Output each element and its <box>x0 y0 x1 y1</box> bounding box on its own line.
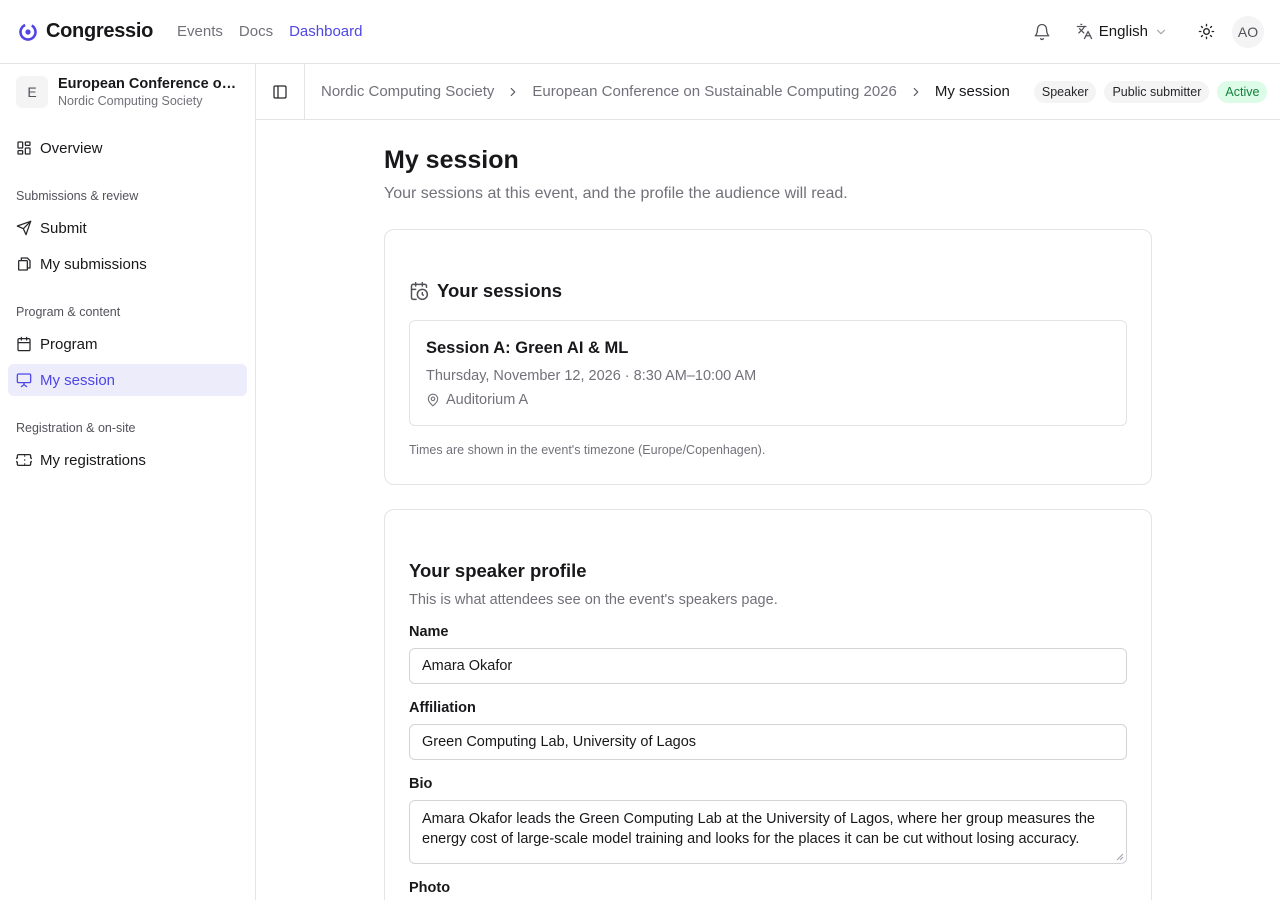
context-bar: Nordic Computing Society European Confer… <box>256 63 1280 120</box>
header-actions: English AO <box>1026 15 1264 48</box>
profile-subtitle: This is what attendees see on the event'… <box>409 592 778 608</box>
breadcrumb-event[interactable]: European Conference on Sustainable Compu… <box>532 83 896 100</box>
sessions-card: Your sessions Session A: Green AI & ML T… <box>384 229 1152 485</box>
affiliation-label: Affiliation <box>409 700 476 716</box>
sidebar-item-label: Overview <box>40 139 103 157</box>
bell-icon <box>1034 23 1050 40</box>
user-avatar[interactable]: AO <box>1232 15 1264 48</box>
public-submitter-badge: Public submitter <box>1104 80 1210 103</box>
calendar-icon <box>17 336 31 352</box>
page-title: My session <box>384 146 519 174</box>
session-room: Auditorium A <box>446 392 529 408</box>
chevron-down-icon <box>1156 29 1166 34</box>
chevron-right-icon <box>506 85 520 99</box>
sidebar-item-my-registrations[interactable]: My registrations <box>8 444 247 476</box>
sidebar-item-submit[interactable]: Submit <box>8 212 247 244</box>
event-name: European Conference on Sustainable Compu… <box>58 76 238 92</box>
language-selector[interactable]: English <box>1076 23 1168 40</box>
calendar-clock-icon <box>410 281 429 301</box>
sidebar-group-registration: Registration & on-site <box>16 421 136 435</box>
presentation-icon <box>16 373 32 388</box>
sidebar-item-label: Program <box>40 335 98 353</box>
sidebar-group-program: Program & content <box>16 305 121 319</box>
session-item[interactable]: Session A: Green AI & ML Thursday, Novem… <box>409 320 1127 426</box>
speaker-profile-card: Your speaker profile This is what attend… <box>384 509 1152 900</box>
notifications-button[interactable] <box>1026 16 1058 48</box>
sidebar-item-my-submissions[interactable]: My submissions <box>8 248 247 280</box>
nav-dashboard-link[interactable]: Dashboard <box>289 23 362 40</box>
affiliation-field[interactable]: Green Computing Lab, University of Lagos <box>409 724 1127 760</box>
sidebar-item-label: Submit <box>40 219 87 237</box>
breadcrumb-org[interactable]: Nordic Computing Society <box>321 83 494 100</box>
send-icon <box>16 220 32 236</box>
sun-icon <box>1198 23 1214 40</box>
brand-name: Congressio <box>46 20 154 42</box>
files-icon <box>18 257 31 271</box>
profile-title: Your speaker profile <box>409 560 587 581</box>
ticket-icon <box>16 454 32 466</box>
theme-toggle-button[interactable] <box>1190 16 1222 48</box>
translate-icon <box>1076 23 1093 40</box>
sidebar-item-my-session[interactable]: My session <box>8 364 247 396</box>
sidebar-item-label: My submissions <box>40 255 147 273</box>
panel-left-icon <box>273 84 287 99</box>
session-location: Auditorium A <box>426 392 1110 408</box>
language-label: English <box>1098 23 1148 40</box>
name-label: Name <box>409 624 449 640</box>
sidebar-item-label: My registrations <box>40 451 146 469</box>
top-bar: Congressio Events Docs Dashboard English… <box>0 0 1280 64</box>
speaker-badge: Speaker <box>1033 80 1097 103</box>
status-badge: Active <box>1217 80 1268 103</box>
event-switcher[interactable]: E European Conference on Sustainable Com… <box>8 64 247 120</box>
bio-label: Bio <box>409 776 433 792</box>
nav-docs-link[interactable]: Docs <box>239 23 273 40</box>
dashboard-icon <box>17 141 31 155</box>
sessions-title: Your sessions <box>437 280 563 301</box>
photo-label: Photo <box>409 880 451 896</box>
bio-field[interactable]: Amara Okafor leads the Green Computing L… <box>409 800 1127 864</box>
sidebar-item-overview[interactable]: Overview <box>8 132 247 164</box>
sidebar-group-submissions: Submissions & review <box>16 189 139 203</box>
event-org: Nordic Computing Society <box>58 94 203 108</box>
name-field[interactable]: Amara Okafor <box>409 648 1127 684</box>
session-title: Session A: Green AI & ML <box>426 339 629 357</box>
event-avatar: E <box>16 76 48 108</box>
top-nav: Events Docs Dashboard <box>177 23 362 40</box>
main-content: My session Your sessions at this event, … <box>384 120 1152 900</box>
page-subtitle: Your sessions at this event, and the pro… <box>384 185 848 202</box>
breadcrumb: Nordic Computing Society European Confer… <box>321 83 1010 100</box>
sidebar-item-program[interactable]: Program <box>8 328 247 360</box>
breadcrumb-current: My session <box>934 83 1010 100</box>
resize-handle-icon[interactable] <box>1116 853 1124 861</box>
brand[interactable]: Congressio <box>18 20 153 43</box>
nav-events-link[interactable]: Events <box>177 23 223 40</box>
sessions-card-title: Your sessions <box>409 280 1127 302</box>
congressio-logo-icon <box>19 22 37 41</box>
chevron-right-icon <box>909 85 923 99</box>
sidebar-toggle-button[interactable] <box>256 63 305 120</box>
sidebar: E European Conference on Sustainable Com… <box>0 64 256 900</box>
timezone-note: Times are shown in the event's timezone … <box>409 443 766 457</box>
session-time: Thursday, November 12, 2026 · 8:30 AM–10… <box>426 368 757 384</box>
map-pin-icon <box>427 393 439 407</box>
sidebar-item-label: My session <box>40 371 116 389</box>
role-badges: Speaker Public submitter Active <box>1033 80 1268 103</box>
bio-text: Amara Okafor leads the Green Computing L… <box>422 811 1095 847</box>
